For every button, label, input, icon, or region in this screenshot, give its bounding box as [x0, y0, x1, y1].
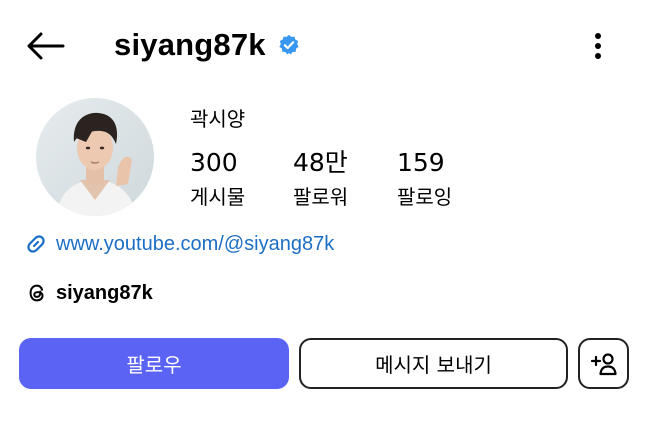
stat-label: 팔로잉	[397, 185, 453, 209]
username-title: siyang87k	[114, 23, 300, 67]
display-name: 곽시양	[190, 107, 246, 131]
username: siyang87k	[114, 27, 266, 62]
arrow-left-icon	[27, 32, 65, 60]
threads-badge[interactable]: siyang87k	[26, 278, 153, 308]
add-user-icon	[590, 352, 617, 375]
link-text: www.youtube.com/@siyang87k	[56, 232, 335, 255]
follow-button[interactable]: 팔로우	[19, 338, 289, 389]
threads-icon	[26, 282, 48, 304]
add-user-button[interactable]	[578, 338, 629, 389]
stat-label: 팔로워	[293, 185, 349, 209]
profile-avatar[interactable]	[36, 98, 154, 216]
followers-count[interactable]: 48만 팔로워	[293, 148, 348, 212]
back-button[interactable]	[20, 24, 70, 68]
posts-count[interactable]: 300 게시물	[190, 148, 245, 212]
stat-value: 300	[190, 148, 238, 177]
message-button[interactable]: 메시지 보내기	[299, 338, 568, 389]
more-options-button[interactable]	[578, 24, 618, 68]
stat-value: 48만	[293, 148, 348, 177]
more-vertical-icon	[595, 33, 601, 59]
profile-link[interactable]: www.youtube.com/@siyang87k	[24, 229, 334, 259]
profile-header: siyang87k	[0, 0, 648, 90]
link-icon	[24, 232, 48, 256]
verified-badge-icon	[278, 34, 300, 56]
threads-handle: siyang87k	[56, 281, 153, 304]
stat-label: 게시물	[190, 185, 246, 209]
following-count[interactable]: 159 팔로잉	[397, 148, 452, 212]
stat-value: 159	[397, 148, 445, 177]
